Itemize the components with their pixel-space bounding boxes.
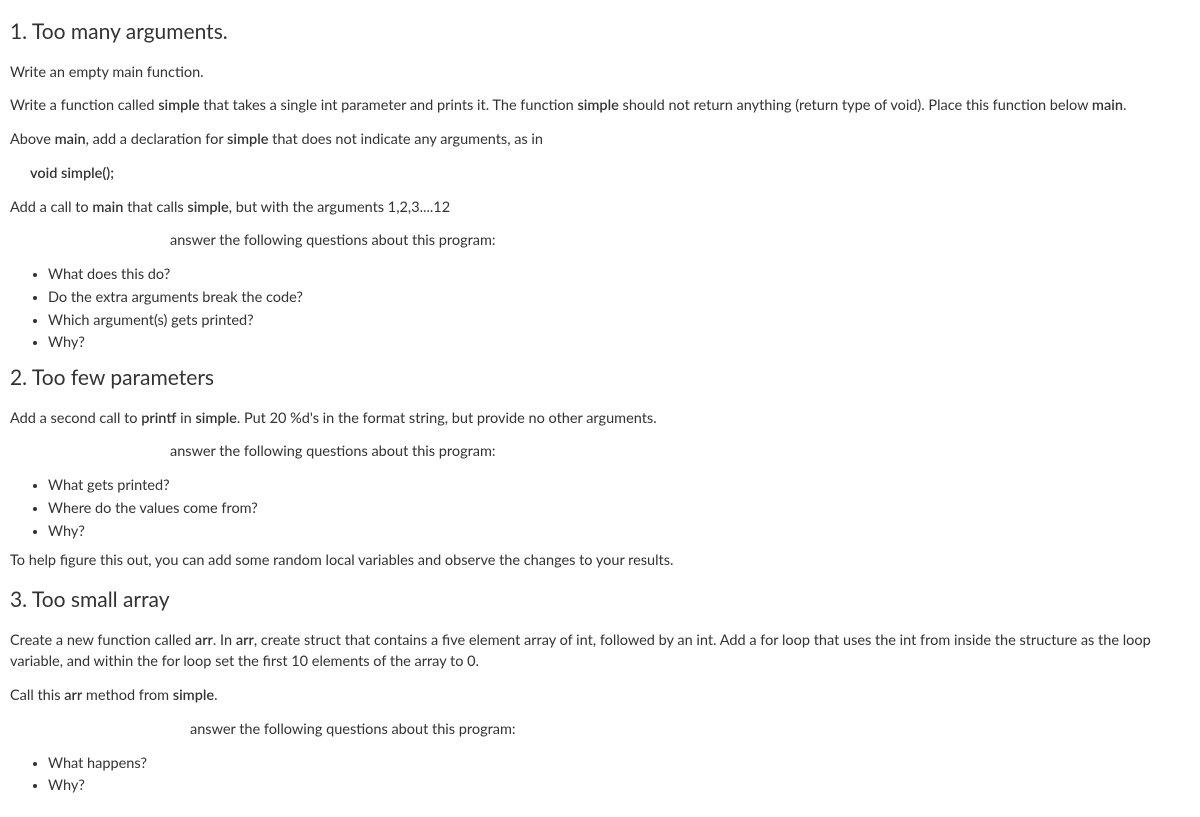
bold-arr: arr <box>64 687 82 704</box>
bold-main: main <box>92 199 123 216</box>
text: . In <box>213 632 236 649</box>
bold-simple: simple <box>577 97 618 114</box>
text: . Put 20 %d's in the format string, but … <box>237 410 657 427</box>
bold-simple: simple <box>187 199 228 216</box>
list-item: What does this do? <box>48 264 1190 286</box>
text: that takes a single int parameter and pr… <box>200 97 578 114</box>
bold-arr: arr <box>236 632 254 649</box>
section-3-heading: 3. Too small array <box>10 584 1190 616</box>
section-1-p2: Write a function called simple that take… <box>10 95 1190 117</box>
section-1-prompt: answer the following questions about thi… <box>10 230 1190 252</box>
section-3-p1: Create a new function called arr. In arr… <box>10 630 1190 674</box>
text: Create a new function called <box>10 632 195 649</box>
bold-simple: simple <box>158 97 199 114</box>
text: . <box>214 687 217 704</box>
list-item: Why? <box>48 521 1190 543</box>
text: , but with the arguments 1,2,3....12 <box>229 199 450 216</box>
list-item: Why? <box>48 332 1190 354</box>
section-1-p4: Add a call to main that calls simple, bu… <box>10 197 1190 219</box>
section-3-prompt: answer the following questions about thi… <box>10 719 1190 741</box>
text: that calls <box>123 199 187 216</box>
list-item: Do the extra arguments break the code? <box>48 287 1190 309</box>
section-3-questions: What happens? Why? <box>10 753 1190 798</box>
text: Above <box>10 131 55 148</box>
list-item: What gets printed? <box>48 475 1190 497</box>
section-1-questions: What does this do? Do the extra argument… <box>10 264 1190 354</box>
bold-simple: simple <box>195 410 236 427</box>
section-1-p1: Write an empty main function. <box>10 62 1190 84</box>
list-item: Where do the values come from? <box>48 498 1190 520</box>
text: , add a declaration for <box>86 131 227 148</box>
bold-simple: simple <box>227 131 268 148</box>
list-item: Which argument(s) gets printed? <box>48 310 1190 332</box>
text: in <box>176 410 195 427</box>
text: Add a second call to <box>10 410 141 427</box>
bold-simple: simple <box>173 687 214 704</box>
text: that does not indicate any arguments, as… <box>268 131 543 148</box>
section-2-questions: What gets printed? Where do the values c… <box>10 475 1190 542</box>
section-1-heading: 1. Too many arguments. <box>10 16 1190 48</box>
bold-main: main <box>1092 97 1123 114</box>
section-2-hint: To help figure this out, you can add som… <box>10 550 1190 572</box>
bold-arr: arr <box>195 632 213 649</box>
section-1-p3: Above main, add a declaration for simple… <box>10 129 1190 151</box>
text: Write a function called <box>10 97 158 114</box>
text: . <box>1123 97 1126 114</box>
section-2-p1: Add a second call to printf in simple. P… <box>10 408 1190 430</box>
list-item: Why? <box>48 775 1190 797</box>
text: Add a call to <box>10 199 92 216</box>
text: should not return anything (return type … <box>619 97 1092 114</box>
list-item: What happens? <box>48 753 1190 775</box>
section-2-prompt: answer the following questions about thi… <box>10 441 1190 463</box>
text: Call this <box>10 687 64 704</box>
bold-main: main <box>55 131 86 148</box>
section-2-heading: 2. Too few parameters <box>10 362 1190 394</box>
bold-printf: printf <box>141 410 176 427</box>
text: method from <box>82 687 173 704</box>
section-3-p2: Call this arr method from simple. <box>10 685 1190 707</box>
section-1-code: void simple(); <box>10 163 1190 185</box>
